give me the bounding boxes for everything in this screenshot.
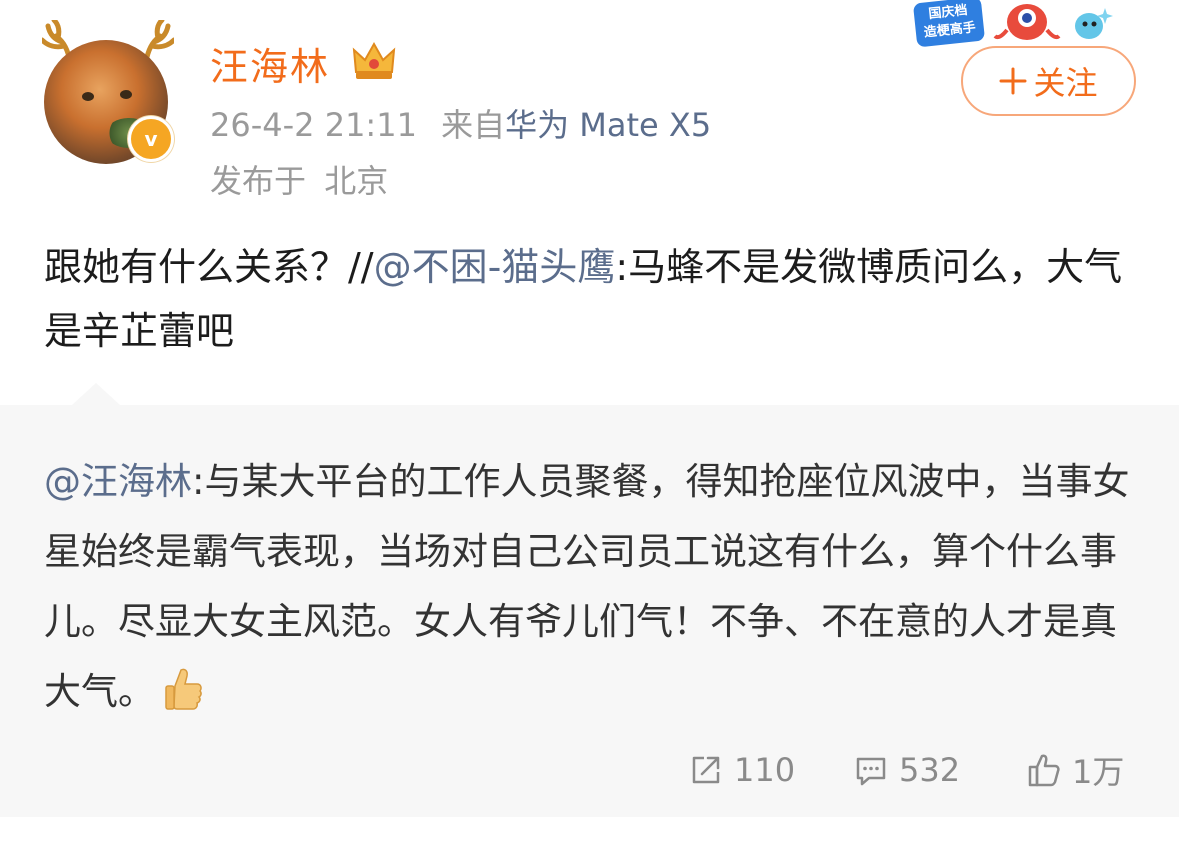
comment-icon (856, 757, 886, 786)
source-device-link[interactable]: 华为 Mate X5 (505, 106, 711, 144)
quote-author-link[interactable]: @汪海林 (44, 460, 192, 503)
comment-count: 532 (899, 751, 961, 789)
post-mention-link[interactable]: @不困-猫头鹰 (374, 245, 616, 289)
quoted-post-text: :与某大平台的工作人员聚餐，得知抢座位风波中，当事女星始终是霸气表现，当场对自己… (44, 460, 1130, 713)
location-value: 北京 (324, 162, 389, 200)
quoted-post-content: @汪海林:与某大平台的工作人员聚餐，得知抢座位风波中，当事女星始终是霸气表现，当… (44, 447, 1134, 727)
post-meta: 26-4-2 21:11 来自华为 Mate X5 (210, 100, 711, 146)
follow-button[interactable]: 关注 (961, 46, 1136, 116)
timestamp: 26-4-2 21:11 (210, 106, 417, 144)
promo-badge: 国庆档 造梗高手 (912, 0, 986, 48)
follow-button-label: 关注 (1033, 64, 1098, 102)
avatar[interactable]: v (40, 20, 175, 164)
repost-count: 110 (734, 751, 796, 789)
comment-action[interactable]: 532 (853, 745, 960, 795)
like-action[interactable]: 1万 (1026, 745, 1124, 795)
repost-icon (692, 756, 720, 784)
crown-icon (352, 41, 396, 79)
promo-banner[interactable]: 国庆档 造梗高手 (905, 0, 1125, 50)
quote-pointer (72, 383, 120, 405)
post-location: 发布于 北京 (210, 156, 388, 202)
username[interactable]: 汪海林 (210, 36, 330, 91)
like-count: 1万 (1072, 753, 1125, 791)
plus-icon (999, 67, 1027, 95)
repost-action[interactable]: 110 (688, 745, 795, 795)
quoted-post[interactable]: @汪海林:与某大平台的工作人员聚餐，得知抢座位风波中，当事女星始终是霸气表现，当… (0, 383, 1179, 817)
post-content: 跟她有什么关系？//@不困-猫头鹰:马蜂不是发微博质问么，大气是辛芷蕾吧 (44, 235, 1134, 363)
like-icon (1028, 754, 1060, 787)
mascot-icon (993, 4, 1061, 40)
thumbs-up-icon (165, 668, 202, 710)
location-label: 发布于 (210, 162, 307, 200)
source-prefix: 来自 (441, 106, 506, 144)
post-text-before: 跟她有什么关系？// (44, 245, 374, 289)
verified-badge-icon: v (128, 116, 174, 162)
sparkle-mascot-icon (1075, 8, 1113, 39)
